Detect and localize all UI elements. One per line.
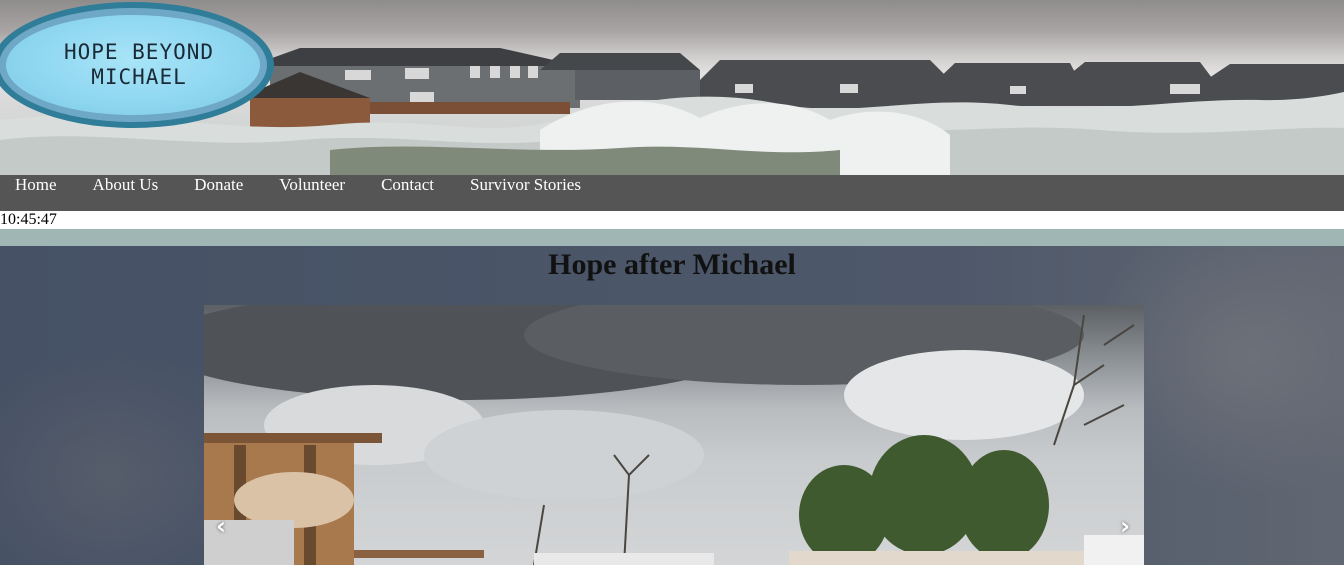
nav-donate[interactable]: Donate [179, 175, 261, 194]
page-title: Hope after Michael [548, 248, 796, 281]
clock-display: 10:45:47 [0, 211, 57, 228]
main-section: Hope after Michael ‹ › [0, 246, 1344, 565]
nav-survivor-stories[interactable]: Survivor Stories [455, 175, 599, 194]
nav-home[interactable]: Home [0, 175, 75, 194]
hurricane-damage-photo [204, 305, 1144, 565]
carousel-prev-icon[interactable]: ‹ [216, 510, 226, 542]
divider-band [0, 229, 1344, 246]
header-banner: HOPE BEYOND MICHAEL [0, 0, 1344, 175]
nav-volunteer[interactable]: Volunteer [264, 175, 363, 194]
nav-about-us[interactable]: About Us [78, 175, 177, 194]
main-nav: Home About Us Donate Volunteer Contact S… [0, 175, 1344, 211]
logo-text: HOPE BEYOND MICHAEL [63, 40, 215, 89]
site-logo[interactable]: HOPE BEYOND MICHAEL [0, 2, 274, 128]
image-carousel[interactable]: ‹ › [204, 305, 1144, 565]
carousel-next-icon[interactable]: › [1120, 510, 1130, 542]
nav-contact[interactable]: Contact [366, 175, 452, 194]
